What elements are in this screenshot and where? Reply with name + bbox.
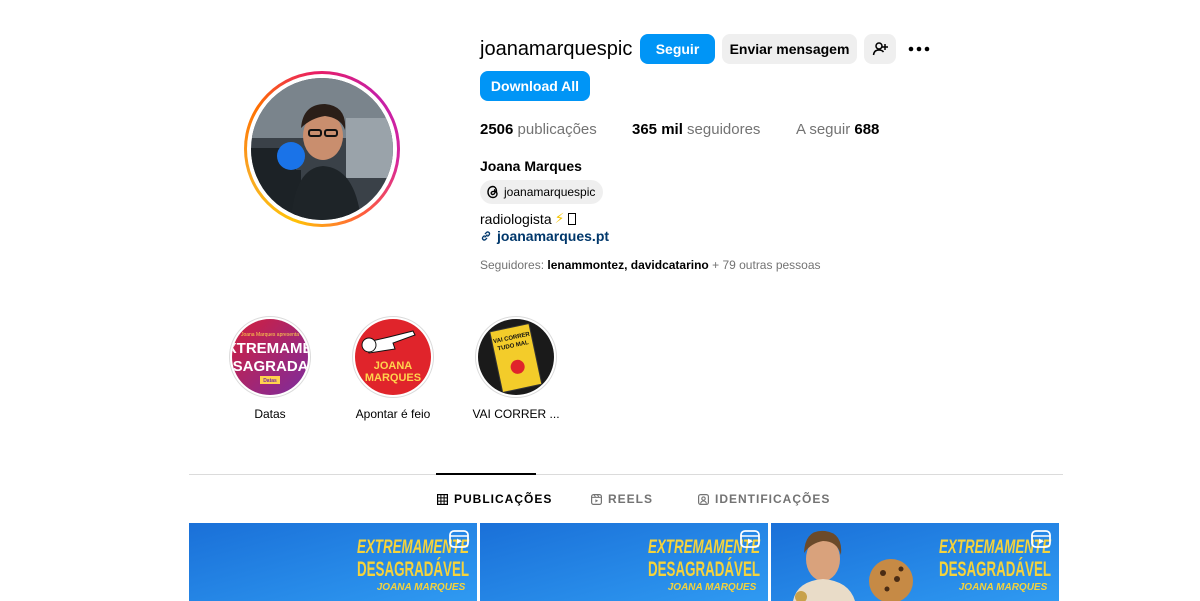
- bio-text: radiologista: [480, 210, 552, 227]
- stat-followers[interactable]: 365 mil seguidores: [632, 121, 760, 138]
- highlight-apontar-line1: JOANA: [374, 360, 413, 372]
- posts-count: 2506: [480, 121, 514, 138]
- send-message-button[interactable]: Enviar mensagem: [722, 34, 857, 64]
- lightning-icon: ⚡: [554, 210, 565, 226]
- tabs-divider: [189, 474, 1063, 475]
- post-title-line2: DESAGRADÁVEL: [939, 558, 1051, 581]
- highlight-ring: VAI CORRER TUDO MAL: [475, 316, 557, 398]
- tab-reels-label: REELS: [608, 492, 654, 506]
- highlight-datas[interactable]: Joana Marques apresenta EXTREMAMEN ESAGR…: [225, 316, 315, 421]
- post-thumbnail[interactable]: EXTREMAMENTE DESAGRADÁVEL JOANA MARQUES: [189, 523, 477, 601]
- profile-avatar: [251, 78, 393, 220]
- followed-by-suffix: + 79 outras pessoas: [712, 258, 821, 272]
- highlight-ring: Joana Marques apresenta EXTREMAMEN ESAGR…: [229, 316, 311, 398]
- profile-bio: radiologista ⚡: [480, 210, 577, 227]
- highlight-label: VAI CORRER ...: [472, 407, 560, 421]
- post-title-line3: JOANA MARQUES: [959, 582, 1048, 593]
- tab-reels[interactable]: REELS: [591, 492, 653, 506]
- post-image: EXTREMAMENTE DESAGRADÁVEL JOANA MARQUES: [189, 523, 477, 601]
- profile-link-text: joanamarques.pt: [497, 228, 610, 244]
- profile-username: joanamarquespic: [480, 38, 633, 60]
- post-title-line3: JOANA MARQUES: [668, 582, 757, 593]
- grid-icon: [437, 493, 448, 505]
- add-user-icon: [872, 42, 888, 56]
- threads-icon: [487, 185, 498, 199]
- threads-handle: joanamarquespic: [504, 185, 596, 199]
- highlight-cover-vai-correr: VAI CORRER TUDO MAL: [478, 319, 554, 395]
- highlight-datas-top-text: Joana Marques apresenta: [241, 332, 299, 338]
- link-icon: [481, 231, 491, 241]
- post-image: EXTREMAMENTE DESAGRADÁVEL JOANA MARQUES: [480, 523, 768, 601]
- highlight-apontar[interactable]: JOANA MARQUES Apontar é feio: [348, 316, 438, 421]
- highlight-ring: JOANA MARQUES: [352, 316, 434, 398]
- tab-posts[interactable]: PUBLICAÇÕES: [437, 492, 552, 506]
- stat-posts: 2506 publicações: [480, 121, 597, 138]
- tab-posts-label: PUBLICAÇÕES: [454, 492, 553, 506]
- post-thumbnail[interactable]: EXTREMAMENTE DESAGRADÁVEL JOANA MARQUES: [480, 523, 768, 601]
- highlight-apontar-line2: MARQUES: [365, 372, 421, 384]
- reels-icon: [591, 493, 602, 505]
- followers-count: 365 mil: [632, 121, 683, 138]
- highlight-datas-tag: Datas: [263, 378, 277, 384]
- download-all-button[interactable]: Download All: [480, 71, 590, 101]
- highlight-label: Datas: [254, 407, 286, 421]
- following-label: A seguir: [796, 121, 851, 138]
- post-image: EXTREMAMENTE DESAGRADÁVEL JOANA MARQUES: [771, 523, 1059, 601]
- tab-tagged-label: IDENTIFICAÇÕES: [715, 492, 831, 506]
- tab-tagged[interactable]: IDENTIFICAÇÕES: [698, 492, 830, 506]
- followed-by-names: lenammontez, davidcatarino: [547, 258, 709, 272]
- highlight-vai-correr[interactable]: VAI CORRER TUDO MAL VAI CORRER ...: [471, 316, 561, 421]
- post-thumbnail[interactable]: EXTREMAMENTE DESAGRADÁVEL JOANA MARQUES: [771, 523, 1059, 601]
- stat-following[interactable]: A seguir 688: [796, 121, 879, 138]
- post-title-line2: DESAGRADÁVEL: [357, 558, 469, 581]
- posts-label: publicações: [517, 121, 597, 138]
- profile-avatar-story-ring[interactable]: [244, 71, 400, 227]
- profile-link[interactable]: joanamarques.pt: [480, 228, 609, 244]
- threads-badge[interactable]: joanamarquespic: [480, 180, 604, 204]
- cookie-shape: [869, 559, 913, 601]
- avatar-inner-border: [247, 74, 397, 224]
- post-title-line2: DESAGRADÁVEL: [648, 558, 760, 581]
- tagged-icon: [698, 493, 709, 505]
- unknown-glyph-icon: [568, 212, 577, 225]
- profile-full-name: Joana Marques: [480, 158, 582, 174]
- highlight-cover-datas: Joana Marques apresenta EXTREMAMEN ESAGR…: [232, 319, 308, 395]
- followers-label: seguidores: [687, 121, 761, 138]
- more-options-icon: [908, 46, 930, 52]
- highlight-datas-line2: ESAGRADAV: [232, 358, 308, 375]
- suggested-accounts-button[interactable]: [864, 34, 896, 64]
- highlight-datas-line1: EXTREMAMEN: [232, 340, 308, 357]
- following-count: 688: [854, 121, 880, 138]
- highlight-cover-apontar: JOANA MARQUES: [355, 319, 431, 395]
- active-tab-indicator: [436, 473, 536, 475]
- post-title-line3: JOANA MARQUES: [377, 582, 466, 593]
- more-options-button[interactable]: [904, 34, 934, 64]
- followed-by-prefix: Seguidores:: [480, 258, 545, 272]
- highlight-label: Apontar é feio: [355, 407, 431, 421]
- follow-button[interactable]: Seguir: [640, 34, 715, 64]
- followed-by-row[interactable]: Seguidores: lenammontez, davidcatarino +…: [480, 258, 821, 272]
